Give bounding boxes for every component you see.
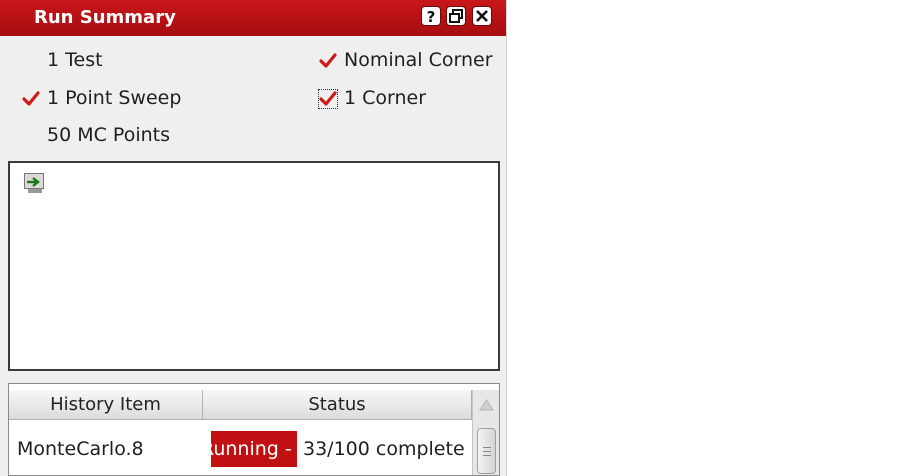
corners-checkbox[interactable]: [318, 89, 338, 109]
history-item-cell[interactable]: MonteCarlo.8: [17, 436, 144, 462]
close-button[interactable]: [472, 6, 492, 26]
grip-line: [483, 447, 491, 448]
mc-points: 50 MC Points: [47, 124, 170, 146]
status-badge-text: Running -: [211, 438, 292, 460]
column-header-status[interactable]: Status: [203, 390, 472, 420]
run-output-icon-base: [28, 189, 42, 193]
play-arrow-icon: [27, 177, 40, 187]
window-title: Run Summary: [34, 7, 176, 28]
float-button[interactable]: [446, 6, 466, 26]
checkmark-icon: [22, 91, 40, 106]
nominal-corner-label: Nominal Corner: [344, 49, 493, 71]
checkmark-icon: [319, 91, 337, 106]
vertical-scrollbar[interactable]: [472, 390, 499, 475]
sweep-label: 1 Point Sweep: [47, 87, 182, 109]
close-icon: [476, 10, 488, 22]
status-progress-text: 33/100 complete: [303, 438, 465, 460]
run-summary-panel: Run Summary ? 1 Test 1 Point Sweep 50 MC…: [0, 0, 507, 476]
scroll-thumb[interactable]: [477, 428, 496, 474]
column-header-history-item[interactable]: History Item: [9, 390, 203, 420]
scroll-up-button[interactable]: [473, 390, 499, 420]
help-icon: ?: [427, 8, 436, 25]
grip-line: [483, 455, 491, 456]
run-output-icon[interactable]: [24, 173, 44, 189]
status-badge: Running -: [211, 431, 297, 467]
chevron-up-icon: [479, 399, 494, 411]
sweep-checkbox[interactable]: [21, 89, 41, 109]
test-count: 1 Test: [47, 49, 103, 71]
float-icon: [449, 9, 463, 23]
svg-text:?: ?: [427, 8, 436, 25]
checkmark-icon: [319, 53, 337, 68]
help-button[interactable]: ?: [421, 6, 441, 26]
nominal-corner-checkbox[interactable]: [318, 51, 338, 71]
title-bar[interactable]: Run Summary ?: [0, 0, 506, 36]
history-table[interactable]: History Item Status MonteCarlo.8 Running…: [8, 383, 500, 476]
run-output-area[interactable]: [8, 161, 500, 371]
corners-label: 1 Corner: [344, 87, 427, 109]
grip-line: [483, 451, 491, 452]
